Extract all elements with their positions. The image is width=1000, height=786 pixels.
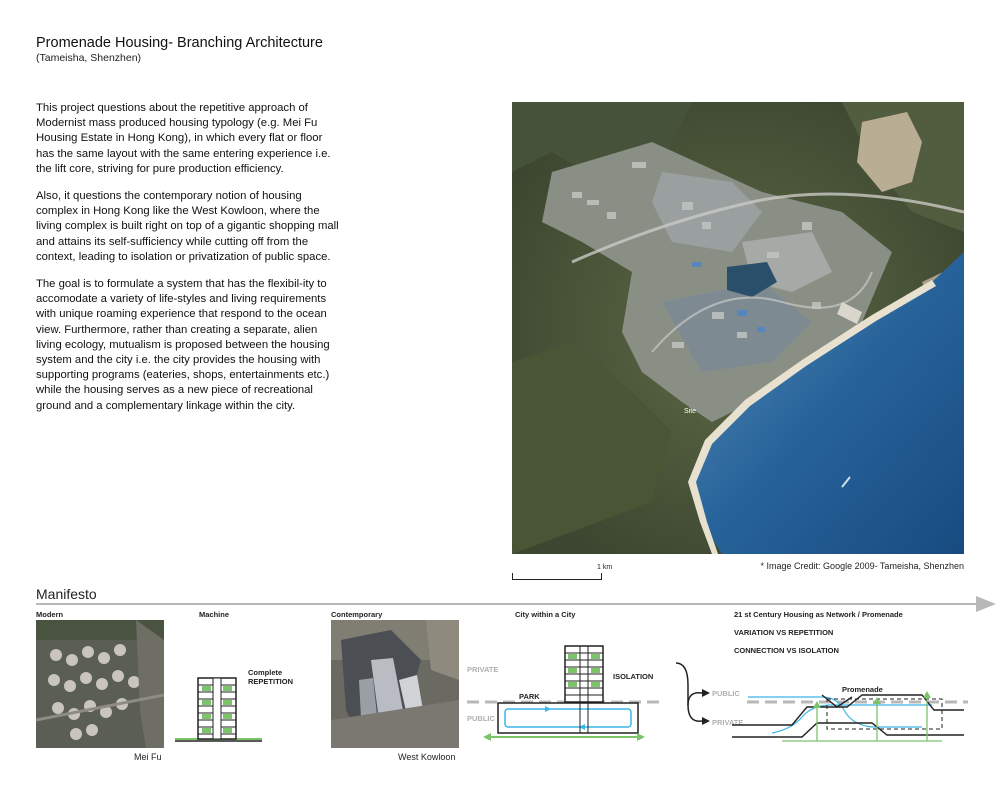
aerial-site-image: Site xyxy=(512,102,964,554)
network-public-label: PUBLIC xyxy=(712,689,741,698)
city-public-label: PUBLIC xyxy=(467,714,496,723)
scale-label: 1 km xyxy=(597,564,613,571)
label-contemporary: Contemporary xyxy=(331,610,383,619)
caption-west-kowloon: West Kowloon xyxy=(398,752,456,762)
machine-note-repetition: REPETITION xyxy=(248,677,293,686)
label-connection: CONNECTION VS ISOLATION xyxy=(734,646,839,655)
machine-diagram: Complete REPETITION xyxy=(175,668,293,742)
mei-fu-photo xyxy=(36,620,164,748)
network-promenade-diagram: PUBLIC PRIVATE Promenade xyxy=(675,662,968,742)
paragraph-modernist: This project questions about the repetit… xyxy=(36,102,331,175)
city-isolation-label: ISOLATION xyxy=(613,672,653,681)
city-within-city-diagram: PRIVATE PUBLIC PARK ISOLATION xyxy=(467,645,663,741)
city-private-label: PRIVATE xyxy=(467,665,498,674)
image-credit: * Image Credit: Google 2009- Tameisha, S… xyxy=(760,561,964,571)
project-description: This project questions about the repetit… xyxy=(36,101,341,426)
label-network: 21 st Century Housing as Network / Prome… xyxy=(734,610,903,619)
city-park-label: PARK xyxy=(519,692,540,701)
paragraph-goal: The goal is to formulate a system that h… xyxy=(36,278,330,412)
west-kowloon-photo xyxy=(331,620,459,748)
page-title: Promenade Housing- Branching Architectur… xyxy=(36,35,323,51)
label-machine: Machine xyxy=(199,610,230,619)
label-modern: Modern xyxy=(36,610,64,619)
caption-mei-fu: Mei Fu xyxy=(134,752,162,762)
scale-bar xyxy=(512,573,602,580)
site-label: Site xyxy=(684,408,696,415)
machine-note-complete: Complete xyxy=(248,668,282,677)
label-variation: VARIATION VS REPETITION xyxy=(734,628,834,637)
label-city-within-city: City within a City xyxy=(515,610,576,619)
paragraph-contemporary: Also, it questions the contemporary noti… xyxy=(36,190,339,263)
network-promenade-label: Promenade xyxy=(842,685,883,694)
page-subtitle: (Tameisha, Shenzhen) xyxy=(36,52,142,64)
